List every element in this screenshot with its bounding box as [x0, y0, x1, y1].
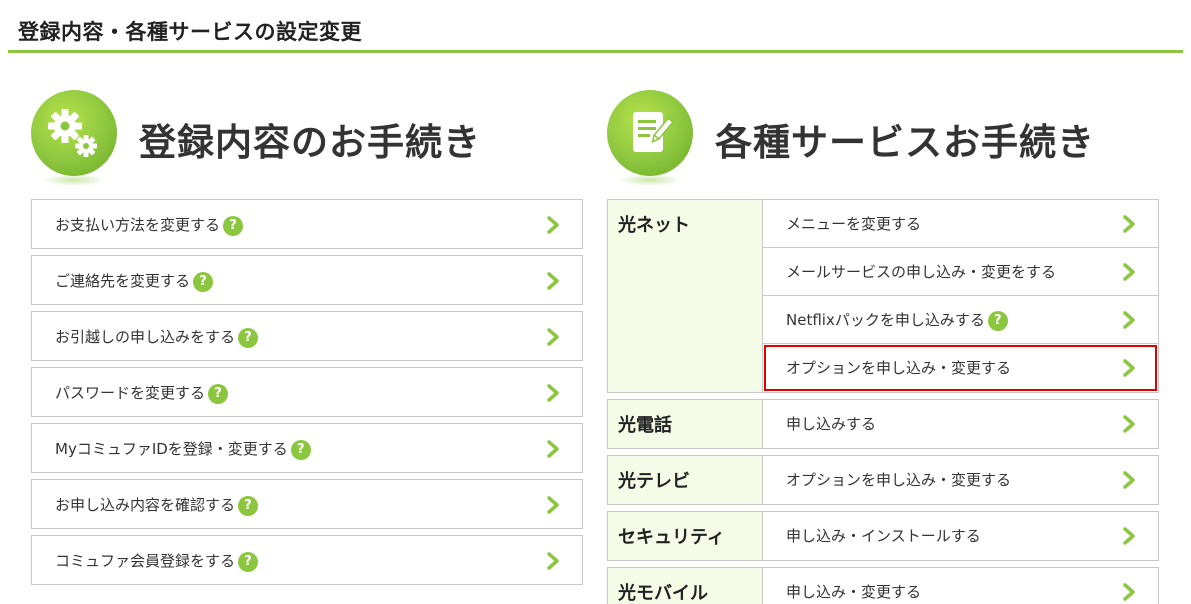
chevron-right-icon [1123, 527, 1135, 545]
chevron-right-icon [1123, 471, 1135, 489]
help-icon[interactable]: ? [193, 271, 214, 292]
help-icon[interactable]: ? [290, 439, 311, 460]
service-category: 光電話 [608, 400, 763, 448]
help-icon[interactable]: ? [238, 551, 259, 572]
help-icon[interactable]: ? [987, 310, 1008, 331]
chevron-right-icon [547, 552, 559, 570]
service-group-hikari-net: 光ネット メニューを変更する メールサービスの申し込み・変更をする Netfli… [607, 199, 1159, 393]
chevron-right-icon [1123, 263, 1135, 281]
registration-procedure-list: お支払い方法を変更する? ご連絡先を変更する? お引越しの申し込みをする? パス… [31, 199, 583, 591]
apply-moving-link[interactable]: お引越しの申し込みをする? [31, 311, 583, 361]
service-group-hikari-phone: 光電話 申し込みする [607, 399, 1159, 449]
services-section-header: 各種サービスお手続き [607, 90, 1159, 200]
chevron-right-icon [547, 328, 559, 346]
service-category: 光モバイル [608, 568, 763, 604]
page-title: 登録内容・各種サービスの設定変更 [18, 20, 362, 44]
change-payment-method-link[interactable]: お支払い方法を変更する? [31, 199, 583, 249]
change-contact-link[interactable]: ご連絡先を変更する? [31, 255, 583, 305]
help-icon[interactable]: ? [238, 327, 259, 348]
chevron-right-icon [1123, 215, 1135, 233]
change-menu-link[interactable]: メニューを変更する [763, 200, 1158, 248]
chevron-right-icon [1123, 415, 1135, 433]
gears-icon [31, 90, 117, 176]
service-group-security: セキュリティ 申し込み・インストールする [607, 511, 1159, 561]
help-icon[interactable]: ? [223, 215, 244, 236]
service-procedure-table: 光ネット メニューを変更する メールサービスの申し込み・変更をする Netfli… [607, 199, 1159, 604]
service-group-hikari-mobile: 光モバイル 申し込み・変更する [607, 567, 1159, 604]
confirm-application-link[interactable]: お申し込み内容を確認する? [31, 479, 583, 529]
mail-service-link[interactable]: メールサービスの申し込み・変更をする [763, 248, 1158, 296]
document-edit-icon [607, 90, 693, 176]
registration-section-header: 登録内容のお手続き [31, 90, 583, 200]
service-category: 光テレビ [608, 456, 763, 504]
phone-apply-link[interactable]: 申し込みする [763, 400, 1158, 448]
service-category: 光ネット [608, 200, 763, 392]
chevron-right-icon [547, 496, 559, 514]
chevron-right-icon [547, 440, 559, 458]
chevron-right-icon [547, 272, 559, 290]
chevron-right-icon [547, 216, 559, 234]
chevron-right-icon [547, 384, 559, 402]
tv-option-link[interactable]: オプションを申し込み・変更する [763, 456, 1158, 504]
help-icon[interactable]: ? [238, 495, 259, 516]
register-commufa-id-link[interactable]: MyコミュファIDを登録・変更する? [31, 423, 583, 473]
services-section-title: 各種サービスお手続き [715, 121, 1095, 164]
service-group-hikari-tv: 光テレビ オプションを申し込み・変更する [607, 455, 1159, 505]
security-install-link[interactable]: 申し込み・インストールする [763, 512, 1158, 560]
netflix-pack-link[interactable]: Netflixパックを申し込みする? [763, 296, 1158, 344]
registration-section-title: 登録内容のお手続き [139, 121, 481, 164]
chevron-right-icon [1123, 583, 1135, 601]
change-password-link[interactable]: パスワードを変更する? [31, 367, 583, 417]
mobile-apply-link[interactable]: 申し込み・変更する [763, 568, 1158, 604]
page-header: 登録内容・各種サービスの設定変更 [8, 0, 1183, 53]
net-option-link[interactable]: オプションを申し込み・変更する [763, 344, 1158, 392]
chevron-right-icon [1123, 311, 1135, 329]
member-registration-link[interactable]: コミュファ会員登録をする? [31, 535, 583, 585]
service-category: セキュリティ [608, 512, 763, 560]
chevron-right-icon [1123, 359, 1135, 377]
help-icon[interactable]: ? [208, 383, 229, 404]
